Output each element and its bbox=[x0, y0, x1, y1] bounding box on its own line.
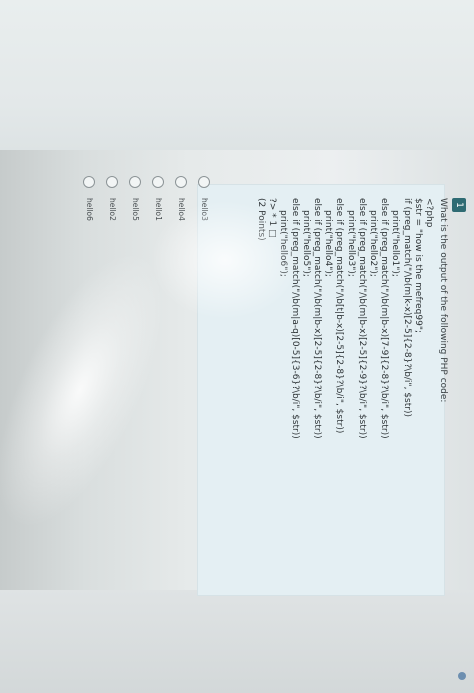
answer-option-label: hello6 bbox=[85, 198, 94, 221]
code-line: print("hello3"); bbox=[345, 210, 356, 277]
answer-option-label: hello5 bbox=[131, 198, 140, 221]
corner-indicator-icon bbox=[458, 672, 466, 680]
radio-button[interactable] bbox=[198, 176, 211, 188]
code-line: else if (preg_match("/\b(m|b-x)[7-9]{2-8… bbox=[379, 198, 390, 439]
code-line: else if (preg_match("/\b(m|b-x)[2-5]{2-8… bbox=[311, 198, 322, 439]
code-line: else if (preg_match("/\b[t|b-x)[2-5]{2-8… bbox=[334, 198, 345, 434]
code-line: print("hello1"); bbox=[390, 210, 401, 277]
code-line: print("hello5"); bbox=[300, 210, 311, 277]
answer-option-label: hello2 bbox=[108, 198, 117, 221]
radio-button[interactable] bbox=[175, 176, 188, 188]
code-line: print("hello2"); bbox=[367, 210, 378, 277]
code-line: if (preg_match("/\b(m|k-x)[2-5]{2-8}?\b/… bbox=[401, 198, 412, 417]
radio-button[interactable] bbox=[152, 176, 165, 188]
screen-light-glare-small bbox=[150, 200, 300, 320]
radio-button[interactable] bbox=[83, 176, 96, 188]
code-line: <?php bbox=[424, 198, 434, 228]
radio-button[interactable] bbox=[129, 176, 142, 188]
code-line: else if (preg_match("/\b(m|b-x)[2-5]{2-9… bbox=[356, 198, 367, 439]
code-line: $str = "how is the mefreq99"; bbox=[412, 198, 423, 334]
code-line: print("hello4"); bbox=[323, 210, 334, 277]
radio-button[interactable] bbox=[106, 176, 119, 188]
question-prompt: What is the output of the following PHP … bbox=[438, 198, 448, 403]
question-number-badge: 1 bbox=[452, 198, 466, 212]
